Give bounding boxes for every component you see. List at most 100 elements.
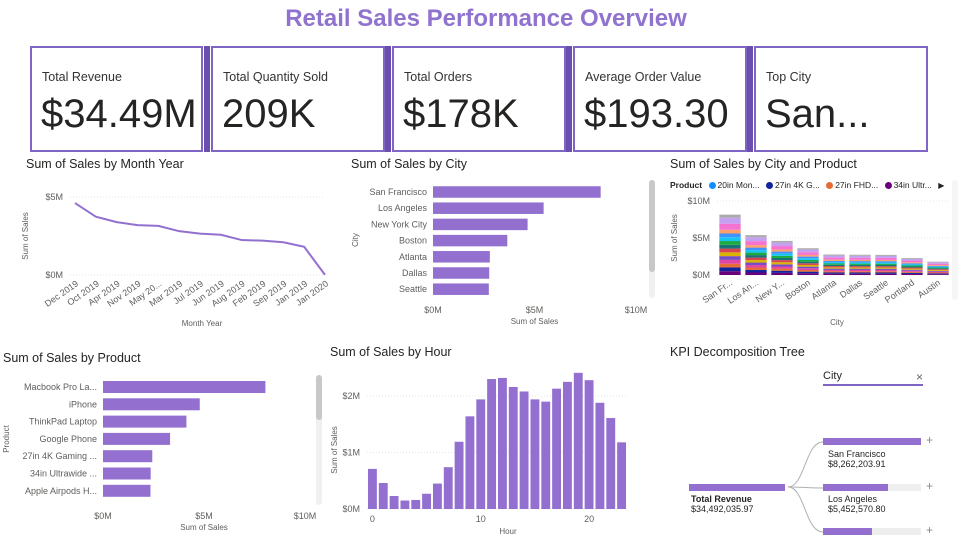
bar[interactable] xyxy=(530,399,540,509)
bar[interactable] xyxy=(400,500,410,509)
stack-segment[interactable] xyxy=(745,235,767,238)
stack-segment[interactable] xyxy=(927,267,949,269)
stack-segment[interactable] xyxy=(719,267,741,272)
stack-segment[interactable] xyxy=(849,262,871,264)
tree-root-node[interactable]: Total Revenue $34,492,035.97 xyxy=(691,494,754,514)
stack-segment[interactable] xyxy=(901,273,923,275)
bar[interactable] xyxy=(103,432,171,445)
bar[interactable] xyxy=(476,399,486,509)
stack-segment[interactable] xyxy=(771,260,793,263)
stack-segment[interactable] xyxy=(771,257,793,261)
stack-segment[interactable] xyxy=(901,270,923,272)
stack-segment[interactable] xyxy=(901,271,923,273)
bar[interactable] xyxy=(552,388,562,509)
bar[interactable] xyxy=(508,386,518,509)
stack-segment[interactable] xyxy=(823,264,845,267)
stack-segment[interactable] xyxy=(875,261,897,263)
stack-segment[interactable] xyxy=(771,266,793,269)
stack-segment[interactable] xyxy=(901,269,923,271)
stack-segment[interactable] xyxy=(875,254,897,256)
stack-segment[interactable] xyxy=(797,266,819,269)
bar[interactable] xyxy=(465,416,475,509)
stack-segment[interactable] xyxy=(771,251,793,254)
stack-segment[interactable] xyxy=(875,264,897,267)
stack-segment[interactable] xyxy=(745,272,767,275)
stack-segment[interactable] xyxy=(927,265,949,266)
bar[interactable] xyxy=(519,391,529,509)
stack-segment[interactable] xyxy=(719,217,741,224)
stack-segment[interactable] xyxy=(901,258,923,259)
stack-segment[interactable] xyxy=(875,263,897,265)
stack-segment[interactable] xyxy=(719,244,741,249)
stack-segment[interactable] xyxy=(901,265,923,267)
stack-segment[interactable] xyxy=(771,240,793,243)
stack-segment[interactable] xyxy=(797,273,819,275)
tree-child-node[interactable]: Los Angeles $5,452,570.80 xyxy=(828,494,886,514)
stack-segment[interactable] xyxy=(823,268,845,270)
bar[interactable] xyxy=(367,468,377,509)
stack-segment[interactable] xyxy=(823,263,845,265)
stack-segment[interactable] xyxy=(823,257,845,260)
stack-segment[interactable] xyxy=(771,253,793,256)
kpi-card-top-city[interactable]: Top City San... xyxy=(754,46,928,152)
stack-segment[interactable] xyxy=(797,264,819,267)
bar[interactable] xyxy=(433,234,508,247)
bar[interactable] xyxy=(103,381,266,393)
stack-segment[interactable] xyxy=(797,258,819,260)
stack-segment[interactable] xyxy=(771,268,793,271)
stack-segment[interactable] xyxy=(797,269,819,272)
stack-segment[interactable] xyxy=(797,249,819,253)
stack-segment[interactable] xyxy=(849,271,871,273)
chart-city-product-stacked[interactable]: $0M$5M$10MSan Fr...Los An...New Y...Bost… xyxy=(665,190,962,335)
stack-segment[interactable] xyxy=(849,263,871,265)
stack-segment[interactable] xyxy=(901,258,923,261)
stack-segment[interactable] xyxy=(797,259,819,262)
kpi-card-total-orders[interactable]: Total Orders $178K xyxy=(392,46,566,152)
city-product-scrollbar[interactable] xyxy=(952,180,958,300)
stack-segment[interactable] xyxy=(745,247,767,251)
stack-segment[interactable] xyxy=(927,266,949,268)
stack-segment[interactable] xyxy=(719,229,741,234)
stack-segment[interactable] xyxy=(875,268,897,270)
stack-segment[interactable] xyxy=(745,262,767,266)
stack-segment[interactable] xyxy=(875,271,897,273)
stack-segment[interactable] xyxy=(927,273,949,275)
stack-segment[interactable] xyxy=(745,252,767,256)
stack-segment[interactable] xyxy=(901,262,923,264)
bar[interactable] xyxy=(103,450,153,463)
bar[interactable] xyxy=(433,218,528,231)
stack-segment[interactable] xyxy=(823,272,845,274)
bar[interactable] xyxy=(454,441,464,509)
stack-segment[interactable] xyxy=(927,272,949,274)
stack-segment[interactable] xyxy=(901,267,923,269)
close-icon[interactable]: × xyxy=(916,370,923,384)
bar[interactable] xyxy=(432,483,442,509)
stack-segment[interactable] xyxy=(745,257,767,261)
stack-segment[interactable] xyxy=(745,270,767,273)
stack-segment[interactable] xyxy=(927,274,949,275)
stack-segment[interactable] xyxy=(849,264,871,267)
stack-segment[interactable] xyxy=(849,254,871,256)
stack-segment[interactable] xyxy=(849,261,871,263)
stack-segment[interactable] xyxy=(875,267,897,269)
stack-segment[interactable] xyxy=(927,271,949,273)
tree-root-bar[interactable] xyxy=(689,484,785,491)
stack-segment[interactable] xyxy=(927,269,949,271)
stack-segment[interactable] xyxy=(875,269,897,272)
bar[interactable] xyxy=(541,401,551,509)
stack-segment[interactable] xyxy=(901,264,923,266)
stack-segment[interactable] xyxy=(745,267,767,271)
stack-segment[interactable] xyxy=(875,266,897,268)
tree-field-selector[interactable]: City × xyxy=(823,370,923,386)
stack-segment[interactable] xyxy=(745,241,767,246)
stack-segment[interactable] xyxy=(719,252,741,257)
stack-segment[interactable] xyxy=(719,271,741,275)
stack-segment[interactable] xyxy=(901,266,923,268)
chart-city-bar[interactable]: San Francisco Los Angeles New York City Bos… xyxy=(340,175,660,335)
bar[interactable] xyxy=(103,484,151,497)
stack-segment[interactable] xyxy=(823,267,845,269)
tree-child-bar[interactable] xyxy=(823,484,888,491)
stack-segment[interactable] xyxy=(875,255,897,258)
stack-segment[interactable] xyxy=(875,259,897,262)
bar[interactable] xyxy=(433,251,490,263)
